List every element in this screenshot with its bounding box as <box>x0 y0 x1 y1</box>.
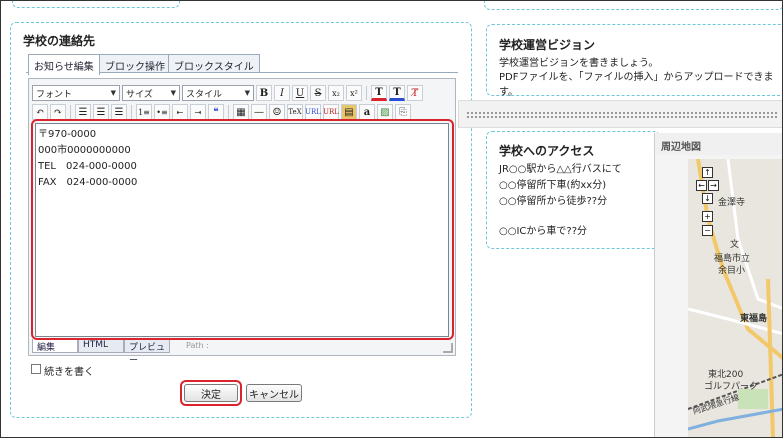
vision-text-line: 学校運営ビジョンを書きましょう。 <box>499 58 659 69</box>
access-block-title: 学校へのアクセス <box>499 144 595 158</box>
content-line: FAX 024-000-0000 <box>38 177 138 188</box>
continue-checkbox-label: 続きを書く <box>44 367 94 378</box>
access-text-line: ○○停留所から徒歩??分 <box>499 196 608 207</box>
drag-handle-dots <box>467 112 777 118</box>
tex-icon[interactable]: TeX <box>287 104 303 120</box>
access-text-line: ○○ICから車で??分 <box>499 226 587 237</box>
insert-link-icon[interactable]: URL <box>305 104 321 120</box>
content-line: 000市0000000000 <box>38 145 131 156</box>
map-label: 金澤寺 <box>718 198 746 208</box>
map-block-title: 周辺地図 <box>655 133 783 155</box>
insert-image-icon[interactable]: ▨ <box>377 104 393 120</box>
top-right-block-fragment <box>484 0 783 10</box>
clear-format-icon[interactable]: T̸ <box>407 85 423 101</box>
cancel-button[interactable]: キャンセル <box>246 384 302 402</box>
tab-notice-edit[interactable]: お知らせ編集 <box>28 54 100 75</box>
path-label: Path : <box>186 341 209 350</box>
bold-icon[interactable]: B <box>256 85 272 101</box>
rich-text-editor: フォント ▼ サイズ ▼ スタイル ▼ B I U S x₂ x² T T T̸ ↶ … <box>28 78 456 366</box>
underline-icon[interactable]: U <box>292 85 308 101</box>
table-icon[interactable]: ▦ <box>233 104 249 120</box>
toolbar-separator <box>228 105 229 119</box>
map-pan-down-icon[interactable]: ↓ <box>702 193 713 204</box>
map-pan-up-icon[interactable]: ↑ <box>702 167 713 178</box>
redo-icon[interactable]: ↷ <box>50 104 66 120</box>
top-left-block-fragment <box>12 0 180 8</box>
align-left-icon[interactable]: ☰ <box>75 104 91 120</box>
strikethrough-icon[interactable]: S <box>310 85 326 101</box>
remove-link-icon[interactable]: URL <box>323 104 339 120</box>
subscript-icon[interactable]: x₂ <box>328 85 344 101</box>
toolbar-row-2: ↶ ↷ ☰ ☰ ☰ 1≡ •≡ ⇤ ⇥ ❝ ▦ — ☺ TeX URL URL … <box>32 103 411 121</box>
resize-handle-icon[interactable] <box>443 343 453 353</box>
indent-icon[interactable]: ⇥ <box>190 104 206 120</box>
insert-file-icon[interactable]: ⎘ <box>395 104 411 120</box>
blockquote-icon[interactable]: ❝ <box>208 104 224 120</box>
content-line: 〒970-0000 <box>38 129 97 140</box>
toolbar-row-1: フォント ▼ サイズ ▼ スタイル ▼ B I U S x₂ x² T T T̸ <box>32 84 423 102</box>
font-select[interactable]: フォント ▼ <box>32 85 120 101</box>
tab-block-operation[interactable]: ブロック操作 <box>99 54 171 73</box>
map-pan-right-icon[interactable]: → <box>708 180 719 191</box>
tab-block-style[interactable]: ブロックスタイル <box>168 54 260 73</box>
content-editor-area[interactable]: 〒970-0000 000市0000000000 TEL 024-000-000… <box>35 123 449 337</box>
map-label: 余目小 <box>718 266 746 276</box>
highlight-color-icon[interactable]: T <box>389 85 405 101</box>
map-block: 周辺地図 ↑ ← → ↓ + − 金澤寺 文 福島市立 余目小 東福島 東北20… <box>654 133 783 438</box>
outdent-icon[interactable]: ⇤ <box>172 104 188 120</box>
undo-icon[interactable]: ↶ <box>32 104 48 120</box>
ok-button[interactable]: 決定 <box>184 384 238 402</box>
map-label: ゴルフパーク <box>704 382 759 392</box>
bullet-list-icon[interactable]: •≡ <box>154 104 170 120</box>
horizontal-rule-icon[interactable]: — <box>251 104 267 120</box>
vision-text-line: PDFファイルを、「ファイルの挿入」からアップロードできます。 <box>499 72 774 98</box>
map-label: 文 <box>730 240 740 250</box>
map-zoom-in-icon[interactable]: + <box>702 211 713 222</box>
toolbar-separator <box>366 86 367 100</box>
access-text-line: ○○停留所下車(約xx分) <box>499 180 607 191</box>
mode-html[interactable]: HTML <box>78 339 124 353</box>
toolbar-separator <box>131 105 132 119</box>
numbered-list-icon[interactable]: 1≡ <box>136 104 152 120</box>
access-text-line: JR○○駅から△△行バスにて <box>499 164 622 175</box>
embedded-map[interactable]: ↑ ← → ↓ + − 金澤寺 文 福島市立 余目小 東福島 東北200 ゴルフ… <box>688 159 783 438</box>
align-center-icon[interactable]: ☰ <box>93 104 109 120</box>
map-label: 東福島 <box>740 314 768 324</box>
map-pan-left-icon[interactable]: ← <box>696 180 707 191</box>
chevron-down-icon: ▼ <box>110 89 116 97</box>
block-drag-bar[interactable] <box>458 100 783 128</box>
size-select[interactable]: サイズ ▼ <box>122 85 180 101</box>
chevron-down-icon: ▼ <box>170 89 176 97</box>
toolbar-separator <box>70 105 71 119</box>
chevron-down-icon: ▼ <box>244 89 250 97</box>
align-right-icon[interactable]: ☰ <box>111 104 127 120</box>
contact-block-title: 学校の連絡先 <box>23 34 96 48</box>
superscript-icon[interactable]: x² <box>346 85 362 101</box>
editor-mode-tabs: 編集 HTML プレビュー Path : <box>32 339 209 366</box>
mode-edit[interactable]: 編集 <box>32 339 78 353</box>
map-zoom-out-icon[interactable]: − <box>702 225 713 236</box>
text-color-icon[interactable]: T <box>371 85 387 101</box>
html-block-icon[interactable]: ▤ <box>341 104 357 120</box>
continue-checkbox[interactable] <box>31 364 41 374</box>
emoticon-icon[interactable]: ☺ <box>269 104 285 120</box>
italic-icon[interactable]: I <box>274 85 290 101</box>
content-line: TEL 024-000-0000 <box>38 161 137 172</box>
insert-text-icon[interactable]: a <box>359 104 375 120</box>
mode-preview[interactable]: プレビュー <box>124 339 170 366</box>
style-select[interactable]: スタイル ▼ <box>182 85 254 101</box>
vision-block-title: 学校運営ビジョン <box>499 38 596 52</box>
